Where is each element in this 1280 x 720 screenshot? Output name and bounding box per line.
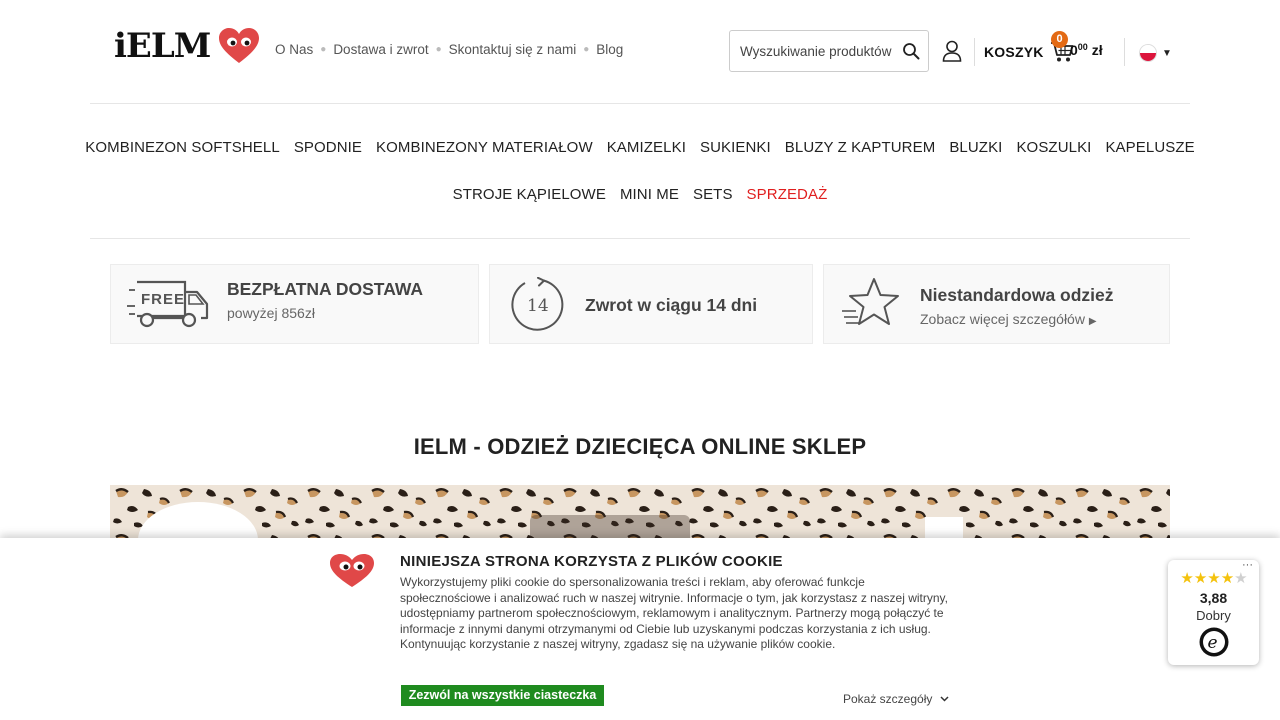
- feature-custom-clothing[interactable]: Niestandardowa odzież Zobacz więcej szcz…: [823, 264, 1170, 344]
- cookie-title: NINIEJSZA STRONA KORZYSTA Z PLIKÓW COOKI…: [400, 553, 783, 570]
- nav-item-softshell[interactable]: KOMBINEZON SOFTSHELL: [85, 139, 280, 156]
- cart-label: KOSZYK: [984, 44, 1044, 60]
- svg-text:e: e: [1208, 633, 1218, 653]
- cookie-text: Wykorzystujemy pliki cookie do spersonal…: [400, 575, 948, 651]
- star-filled-icon: ★: [1180, 570, 1194, 587]
- caret-down-icon: ▼: [1162, 47, 1172, 59]
- dot-separator: ●: [583, 44, 590, 55]
- header-divider: [1124, 38, 1125, 66]
- nav-item-blouses[interactable]: BLUZKI: [949, 139, 1002, 156]
- nav-item-sets[interactable]: SETS: [693, 186, 733, 203]
- header-divider: [974, 38, 975, 66]
- rating-label: Dobry: [1196, 608, 1231, 623]
- trusted-shops-logo-icon: e: [1199, 627, 1229, 657]
- star-filled-icon: ★: [1207, 570, 1221, 587]
- main-nav-row-2: STROJE KĄPIELOWE MINI ME SETS SPRZEDAŻ: [0, 186, 1280, 203]
- chevron-down-icon: [940, 696, 949, 702]
- star-empty-icon: ★: [1234, 570, 1248, 587]
- cart-total-main: 0: [1070, 42, 1078, 58]
- star-icon: [842, 278, 899, 325]
- feature-returns: 14 Zwrot w ciągu 14 dni: [489, 264, 813, 344]
- rating-stars: ★ ★ ★ ★ ★: [1174, 571, 1254, 586]
- page-title: IELM - ODZIEŻ DZIECIĘCA ONLINE SKLEP: [413, 434, 867, 459]
- nav-item-vests[interactable]: KAMIZELKI: [607, 139, 686, 156]
- feature-title: BEZPŁATNA DOSTAWA: [227, 279, 424, 299]
- heart-logo-icon: [330, 554, 374, 587]
- logo-text: iELM: [114, 26, 211, 66]
- nav-item-dresses[interactable]: SUKIENKI: [700, 139, 771, 156]
- rating-score: 3,88: [1199, 590, 1228, 606]
- free-label: FREE: [141, 291, 185, 308]
- hero-banner[interactable]: [110, 485, 1170, 545]
- nav-item-hats[interactable]: KAPELUSZE: [1105, 139, 1194, 156]
- top-link-contact[interactable]: Skontaktuj się z nami: [449, 42, 577, 57]
- user-account-icon[interactable]: [942, 40, 962, 62]
- play-arrow-icon: ▶: [1088, 316, 1097, 327]
- star-filled-icon: ★: [1220, 570, 1235, 587]
- show-details-label: Pokaż szczegóły: [843, 692, 933, 706]
- trusted-shops-badge[interactable]: ··· ★ ★ ★ ★ ★ 3,88 Dobry e: [1168, 560, 1259, 665]
- nav-item-fabric-overalls[interactable]: KOMBINEZONY MATERIAŁOW: [376, 139, 593, 156]
- search-icon[interactable]: [902, 42, 920, 60]
- nav-item-trousers[interactable]: SPODNIE: [294, 139, 362, 156]
- free-delivery-truck-icon: FREE: [127, 280, 209, 328]
- cart-count-badge: 0: [1051, 31, 1068, 48]
- nav-divider-line: [90, 238, 1190, 239]
- feature-title: Zwrot w ciągu 14 dni: [585, 295, 758, 315]
- top-links: O Nas ● Dostawa i zwrot ● Skontaktuj się…: [275, 42, 623, 57]
- top-link-about[interactable]: O Nas: [275, 42, 313, 57]
- dot-separator: ●: [435, 44, 442, 55]
- nav-item-mini-me[interactable]: MINI ME: [620, 186, 679, 203]
- cart-total: 000 zł: [1070, 42, 1103, 58]
- more-options-icon[interactable]: ···: [1242, 560, 1253, 571]
- feature-subtitle: Zobacz więcej szczegółów: [920, 311, 1085, 327]
- feature-title: Niestandardowa odzież: [920, 285, 1114, 305]
- top-link-delivery[interactable]: Dostawa i zwrot: [333, 42, 428, 57]
- nav-item-sale[interactable]: SPRZEDAŻ: [747, 186, 828, 203]
- feature-subtitle: powyżej 856zł: [227, 305, 315, 321]
- show-details-link[interactable]: Pokaż szczegóły: [843, 692, 949, 706]
- nav-item-swimwear[interactable]: STROJE KĄPIELOWE: [453, 186, 606, 203]
- poland-flag-icon: [1139, 44, 1157, 62]
- fourteen-label: 14: [527, 296, 549, 316]
- cookie-consent-bar: NINIEJSZA STRONA KORZYSTA Z PLIKÓW COOKI…: [0, 538, 1280, 720]
- return-14-days-icon: 14: [511, 277, 564, 331]
- top-link-blog[interactable]: Blog: [596, 42, 623, 57]
- feature-free-delivery: FREE BEZPŁATNA DOSTAWA powyżej 856zł: [110, 264, 479, 344]
- feature-link[interactable]: Zobacz więcej szczegółów ▶: [920, 311, 1097, 327]
- logo[interactable]: iELM: [114, 26, 260, 66]
- dot-separator: ●: [320, 44, 327, 55]
- nav-item-hoodies[interactable]: BLUZY Z KAPTUREM: [785, 139, 936, 156]
- cart-total-cents: 00: [1077, 42, 1088, 52]
- header-divider-line: [90, 103, 1190, 104]
- language-selector[interactable]: ▼: [1139, 44, 1172, 62]
- heart-logo-icon: [219, 28, 260, 63]
- cart-currency: zł: [1091, 42, 1103, 58]
- main-nav-row-1: KOMBINEZON SOFTSHELL SPODNIE KOMBINEZONY…: [0, 139, 1280, 156]
- site-header: iELM O Nas ● Dostawa i zwrot ● Skontaktu…: [0, 0, 1280, 104]
- search-input[interactable]: [740, 43, 900, 59]
- accept-all-cookies-button[interactable]: Zezwól na wszystkie ciasteczka: [401, 685, 604, 706]
- search-box: [729, 30, 929, 72]
- nav-item-tshirts[interactable]: KOSZULKI: [1016, 139, 1091, 156]
- leopard-pattern-image: [110, 485, 1170, 545]
- star-filled-icon: ★: [1193, 570, 1208, 587]
